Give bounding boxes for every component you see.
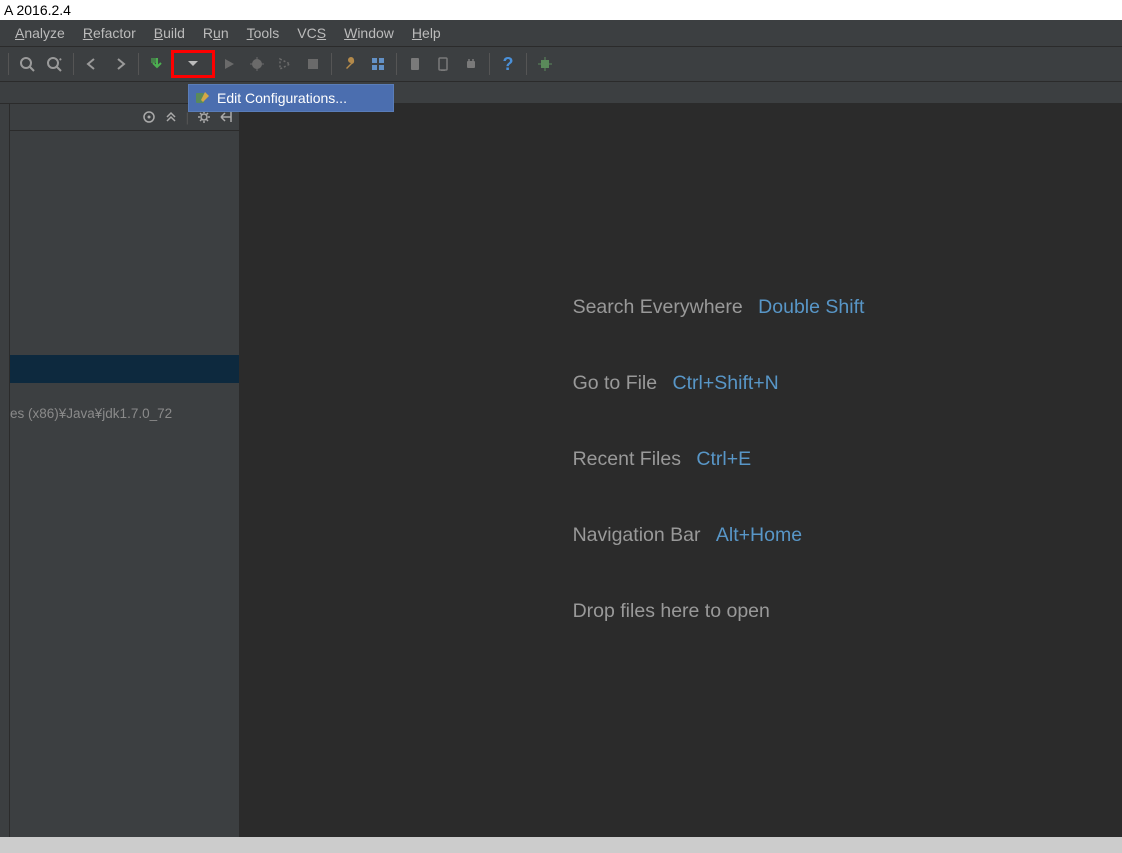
stop-icon[interactable] <box>299 50 327 78</box>
project-tree[interactable]: es (x86)¥Java¥jdk1.7.0_72 <box>10 131 239 837</box>
separator <box>331 53 332 75</box>
sdk-manager-icon[interactable] <box>401 50 429 78</box>
collapse-icon[interactable] <box>164 110 178 124</box>
avd-manager-icon[interactable] <box>429 50 457 78</box>
help-icon[interactable]: ? <box>494 50 522 78</box>
menu-window[interactable]: Window <box>335 22 403 44</box>
separator <box>8 53 9 75</box>
toolbar: • ? <box>0 47 1122 82</box>
debug-icon[interactable] <box>243 50 271 78</box>
menu-build[interactable]: Build <box>145 22 194 44</box>
tree-selected-item[interactable] <box>10 355 239 383</box>
title-bar: A 2016.2.4 <box>0 0 1122 20</box>
run-config-dropdown[interactable] <box>171 50 215 78</box>
locate-icon[interactable] <box>142 110 156 124</box>
search-icon[interactable] <box>13 50 41 78</box>
hint-recent-label: Recent Files <box>573 448 681 470</box>
tool-window-stripe[interactable] <box>0 104 10 837</box>
chevron-down-icon <box>188 61 198 67</box>
hint-search-key: Double Shift <box>758 296 864 318</box>
separator <box>138 53 139 75</box>
editor-area[interactable]: Search Everywhere Double Shift Go to Fil… <box>239 104 1122 837</box>
menu-bar: Analyze Refactor Build Run Tools VCS Win… <box>0 20 1122 47</box>
gear-icon[interactable] <box>197 110 211 124</box>
android-icon[interactable] <box>457 50 485 78</box>
separator <box>73 53 74 75</box>
cpu-icon[interactable] <box>531 50 559 78</box>
hint-nav-label: Navigation Bar <box>573 524 701 546</box>
svg-text:•: • <box>59 56 62 64</box>
body: | es (x86)¥Java¥jdk1.7.0_72 Search Every… <box>0 104 1122 837</box>
separator <box>526 53 527 75</box>
compile-icon[interactable] <box>143 50 171 78</box>
menu-tools[interactable]: Tools <box>238 22 289 44</box>
tree-jdk-label[interactable]: es (x86)¥Java¥jdk1.7.0_72 <box>10 406 172 421</box>
forward-arrow-icon[interactable] <box>106 50 134 78</box>
hint-goto-label: Go to File <box>573 372 658 394</box>
run-config-dropdown-menu[interactable]: Edit Configurations... <box>188 84 394 112</box>
menu-analyze[interactable]: Analyze <box>6 22 74 44</box>
menu-vcs[interactable]: VCS <box>288 22 335 44</box>
run-icon[interactable] <box>215 50 243 78</box>
back-arrow-icon[interactable] <box>78 50 106 78</box>
hint-goto-key: Ctrl+Shift+N <box>673 372 779 394</box>
edit-configurations-label: Edit Configurations... <box>217 90 347 106</box>
hint-nav-key: Alt+Home <box>716 524 802 546</box>
edit-config-icon <box>195 90 211 106</box>
navigation-bar <box>0 82 1122 104</box>
project-structure-icon[interactable] <box>364 50 392 78</box>
footer <box>0 837 1122 853</box>
hint-search-label: Search Everywhere <box>573 296 743 318</box>
separator <box>489 53 490 75</box>
window-title: A 2016.2.4 <box>4 2 71 18</box>
project-panel: | es (x86)¥Java¥jdk1.7.0_72 <box>10 104 239 837</box>
hint-recent-key: Ctrl+E <box>696 448 751 470</box>
coverage-icon[interactable] <box>271 50 299 78</box>
hide-icon[interactable] <box>219 110 233 124</box>
menu-run[interactable]: Run <box>194 22 238 44</box>
wrench-icon[interactable] <box>336 50 364 78</box>
menu-refactor[interactable]: Refactor <box>74 22 145 44</box>
welcome-hints: Search Everywhere Double Shift Go to Fil… <box>573 269 865 649</box>
menu-help[interactable]: Help <box>403 22 450 44</box>
hint-drop-label: Drop files here to open <box>573 600 770 622</box>
separator <box>396 53 397 75</box>
search-plus-icon[interactable]: • <box>41 50 69 78</box>
